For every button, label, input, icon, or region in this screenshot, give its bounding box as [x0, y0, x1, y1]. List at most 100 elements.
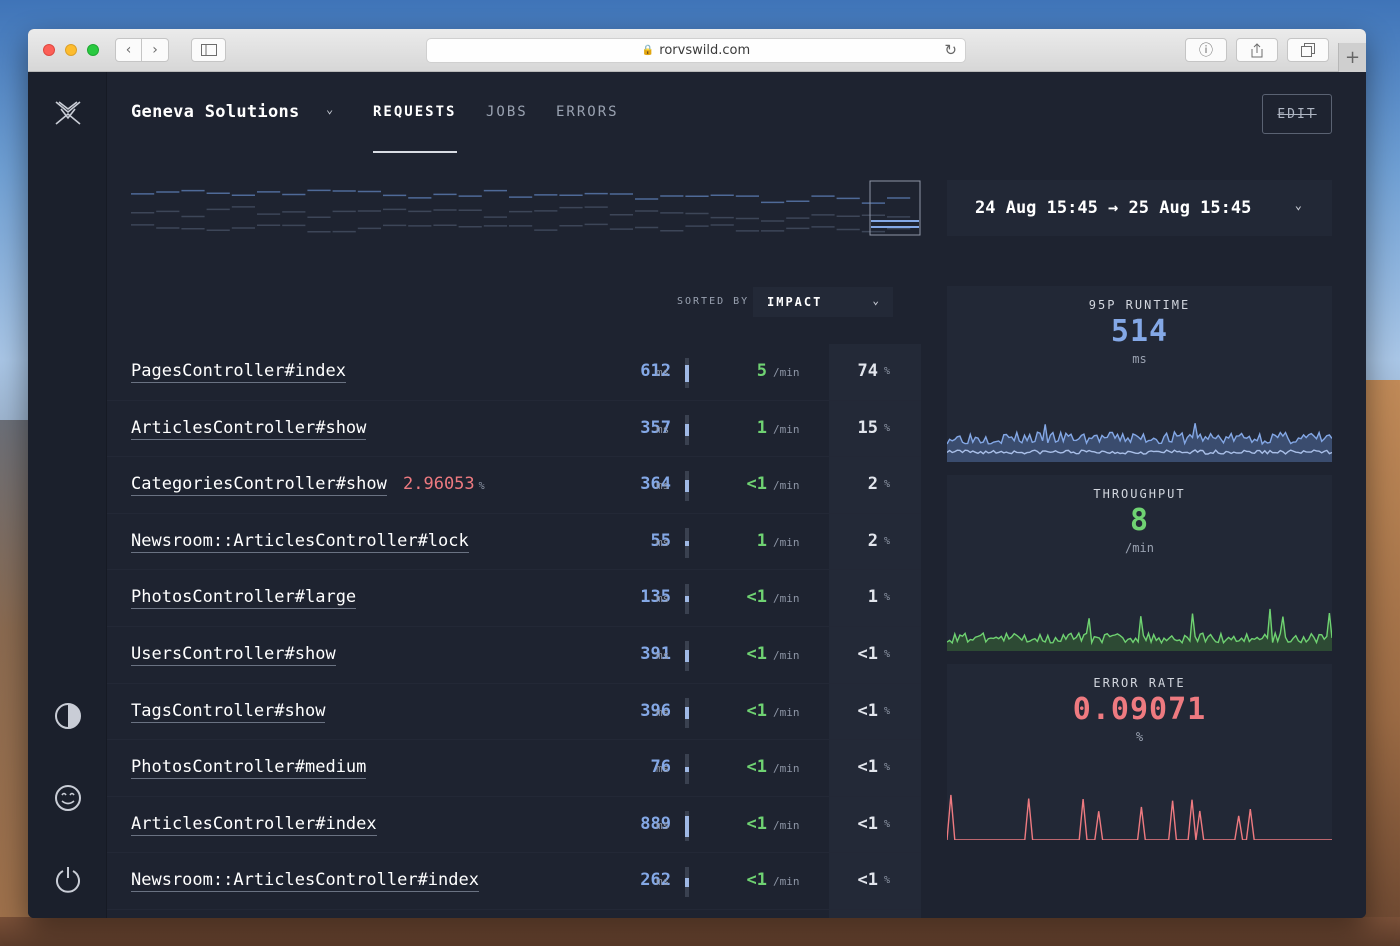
throughput-sparkline — [947, 608, 1332, 651]
share-button[interactable] — [1236, 38, 1278, 62]
table-row[interactable]: PhotosController#medium 76 ms <1/min <1% — [107, 740, 921, 797]
runtime-bar-fill — [685, 649, 689, 662]
runtime-bar-fill — [685, 423, 689, 436]
request-impact: 2 — [867, 474, 878, 495]
request-name-link[interactable]: UsersController#show — [131, 644, 336, 666]
request-impact: <1 — [857, 643, 878, 664]
half-circle-icon[interactable] — [53, 701, 83, 731]
request-throughput: <1 — [746, 757, 767, 778]
error-rate-value: 0.09071 — [1072, 692, 1207, 727]
plus-icon: + — [1344, 47, 1361, 68]
request-error-rate: 2.96053% — [403, 475, 485, 496]
percent-unit: % — [884, 875, 891, 887]
throughput-value: 8 — [1129, 503, 1150, 538]
request-throughput: <1 — [746, 474, 767, 495]
runtime-bar-fill — [685, 878, 689, 888]
throughput-panel: THROUGHPUT 8 /min — [947, 475, 1332, 651]
runtime-bar — [685, 640, 689, 671]
close-window-button[interactable] — [43, 44, 55, 56]
runtime-value: 514 — [1110, 314, 1169, 349]
request-impact: <1 — [857, 700, 878, 721]
request-throughput: <1 — [746, 813, 767, 834]
request-throughput: 1 — [756, 417, 767, 438]
table-row[interactable]: Newsroom::ArticlesController#lock 55 ms 1/m… — [107, 514, 921, 571]
request-name-link[interactable]: Newsroom::ArticlesController#lock — [131, 531, 469, 553]
runtime-label: 95P RUNTIME — [1088, 298, 1191, 312]
date-range-selector[interactable]: 24 Aug 15:45 → 25 Aug 15:45 ⌄ — [947, 180, 1332, 236]
overview-bars — [131, 189, 919, 233]
tab-jobs[interactable]: JOBS — [486, 104, 528, 120]
rorvswild-logo-icon[interactable] — [53, 98, 83, 128]
tabs-overview-button[interactable] — [1287, 38, 1329, 62]
fullscreen-window-button[interactable] — [87, 44, 99, 56]
sort-select[interactable]: IMPACT ⌄ — [753, 287, 893, 317]
date-range-label: 24 Aug 15:45 → 25 Aug 15:45 — [975, 198, 1252, 218]
per-min-unit: /min — [773, 818, 800, 832]
sparkline-line — [947, 794, 1332, 840]
smiley-icon[interactable] — [53, 783, 83, 813]
per-min-unit: /min — [773, 422, 800, 436]
per-min-unit: /min — [773, 705, 800, 719]
per-min-unit: /min — [773, 592, 800, 606]
sidebar — [28, 72, 107, 918]
minimize-window-button[interactable] — [65, 44, 77, 56]
edit-button[interactable]: EDIT — [1262, 94, 1332, 134]
url-text: rorvswild.com — [659, 43, 751, 58]
ms-unit: ms — [656, 705, 670, 719]
reload-icon[interactable]: ↻ — [944, 41, 957, 59]
request-name-link[interactable]: PhotosController#medium — [131, 758, 367, 780]
runtime-bar — [685, 527, 689, 558]
request-name-link[interactable]: TagsController#show — [131, 701, 326, 723]
request-name-link[interactable]: Newsroom::ArticlesController#index — [131, 871, 479, 893]
percent-unit: % — [884, 479, 891, 491]
throughput-unit: /min — [1125, 541, 1154, 555]
runtime-bar — [685, 697, 689, 728]
chevron-down-icon[interactable]: ⌄ — [326, 102, 333, 116]
error-rate-sparkline — [947, 794, 1332, 840]
app-name[interactable]: Geneva Solutions — [131, 102, 300, 122]
sidebar-toggle-button[interactable] — [191, 38, 226, 62]
per-min-unit: /min — [773, 535, 800, 549]
ms-unit: ms — [656, 479, 670, 493]
desktop-background-bottom — [0, 917, 1400, 946]
throughput-label: THROUGHPUT — [1093, 487, 1186, 501]
request-impact: <1 — [857, 870, 878, 891]
back-button[interactable]: ‹ — [115, 38, 142, 62]
table-row[interactable]: PagesController#index 612 ms 5/min 74% — [107, 344, 921, 401]
request-name-link[interactable]: CategoriesController#show — [131, 475, 387, 497]
share-icon — [1251, 42, 1263, 57]
percent-unit: % — [884, 818, 891, 830]
table-row[interactable]: ArticlesController#show 357 ms 1/min 15% — [107, 401, 921, 458]
power-icon[interactable] — [53, 864, 83, 894]
desktop-background-right — [1360, 380, 1400, 946]
table-row[interactable]: ArticlesController#index 889 ms <1/min <1% — [107, 797, 921, 854]
runtime-bar-fill — [685, 596, 689, 603]
request-name-link[interactable]: PhotosController#large — [131, 588, 357, 610]
table-row[interactable]: Newsroom::ArticlesController#index 262 ms <… — [107, 853, 921, 910]
runtime-bar-fill — [685, 767, 689, 773]
request-name-link[interactable]: ArticlesController#index — [131, 814, 377, 836]
runtime-bar — [685, 471, 689, 502]
new-tab-button[interactable]: + — [1338, 43, 1366, 72]
forward-button[interactable]: › — [142, 38, 169, 62]
request-name-link[interactable]: ArticlesController#show — [131, 418, 367, 440]
info-button[interactable]: ⓘ — [1185, 38, 1227, 62]
percent-unit: % — [884, 648, 891, 660]
address-bar[interactable]: 🔒 rorvswild.com ↻ — [426, 38, 966, 63]
sort-value: IMPACT — [767, 295, 823, 309]
ms-unit: ms — [656, 648, 670, 662]
tab-errors[interactable]: ERRORS — [556, 104, 619, 120]
table-row[interactable]: CategoriesController#show 2.96053% 364 ms <1… — [107, 457, 921, 514]
chevron-down-icon: ⌄ — [872, 294, 881, 307]
request-throughput: 5 — [756, 361, 767, 381]
percent-unit: % — [884, 705, 891, 717]
request-name-link[interactable]: PagesController#index — [131, 362, 346, 383]
table-row[interactable]: PhotosController#large 135 ms <1/min 1% — [107, 570, 921, 627]
table-row[interactable]: TagsController#show 396 ms <1/min <1% — [107, 684, 921, 741]
overview-timeline[interactable] — [131, 180, 921, 236]
request-impact: 15 — [857, 417, 878, 438]
table-row[interactable]: UsersController#show 391 ms <1/min <1% — [107, 627, 921, 684]
per-min-unit: /min — [773, 762, 800, 776]
percent-unit: % — [884, 535, 891, 547]
tab-requests[interactable]: REQUESTS — [373, 104, 456, 120]
